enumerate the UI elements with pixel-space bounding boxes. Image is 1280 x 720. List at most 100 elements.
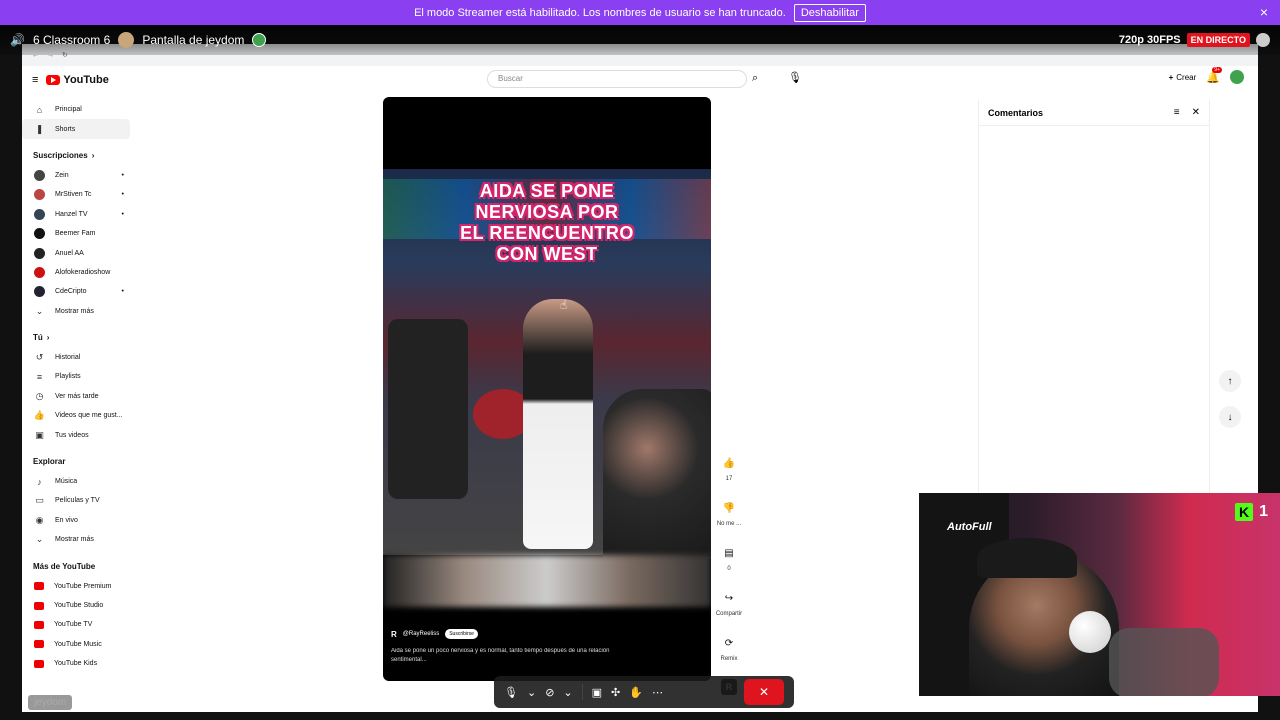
screen-share-icon[interactable]: ▣ [592,686,602,699]
sidebar-item-movies[interactable]: ▭ Películas y TV [22,491,130,510]
sidebar-item-shorts[interactable]: ❚ Shorts [22,119,130,139]
channel-logo-icon[interactable]: R [391,630,397,639]
sidebar-item-label: YouTube Studio [54,602,104,609]
search-input[interactable]: Buscar [487,70,747,88]
share-button[interactable]: ↪ Compartir [712,589,746,618]
hand-cursor-icon: ☝ [560,298,568,312]
kick-overlay: K1 [1235,503,1268,521]
sidebar-item-subscription[interactable]: Zein • [22,166,130,185]
sidebar-item-music-app[interactable]: YouTube Music [22,635,130,654]
subscriptions-header[interactable]: Suscripciones › [22,146,130,166]
chat-bubble-icon[interactable] [1256,33,1270,47]
section-title: Más de YouTube [33,561,96,571]
sidebar-item-liked-videos[interactable]: 👍 Videos que me gust... [22,406,130,425]
streamer-webcam: AutoFull K1 [919,493,1280,696]
youtube-logo[interactable]: YouTube [46,74,109,86]
sidebar-item-label: Ver más tarde [55,392,99,400]
leave-call-button[interactable]: ✕ [744,679,784,705]
shorts-icon: ❚ [35,123,44,134]
chevron-down-icon[interactable]: ⌄ [527,686,536,699]
sort-icon[interactable]: ≡ [1174,107,1180,118]
sidebar-item-subscription[interactable]: CdeCripto • [22,282,130,301]
comment-icon: ▤ [724,547,734,559]
sidebar-item-label: Alofokeradioshow [55,268,111,276]
notifications-bell-icon[interactable]: 🔔 9+ [1206,66,1222,84]
new-content-dot-icon: • [121,210,124,218]
close-icon[interactable]: ✕ [1192,107,1200,118]
live-icon: ◉ [35,514,44,525]
microphone-icon[interactable]: 🎙 [788,71,802,84]
sidebar-item-subscription[interactable]: Beemer Fam [22,224,130,243]
sidebar-item-subscription[interactable]: Anuel AA [22,243,130,262]
divider [581,684,583,700]
arrow-down-icon: ↓ [1227,411,1233,423]
clock-icon: ◷ [35,390,44,401]
create-label: Crear [1176,72,1197,82]
overlay-line: NERVIOSA POR [475,202,619,222]
new-content-dot-icon: • [121,288,124,296]
sidebar-item-playlists[interactable]: ≡ Playlists [22,367,130,386]
sidebar-item-label: YouTube Premium [54,582,112,590]
microphone-icon[interactable]: 🎙 [504,686,518,699]
chevron-down-icon: ⌄ [35,534,44,545]
banner-message: El modo Streamer está habilitado. Los no… [414,6,786,19]
new-content-dot-icon: • [121,191,124,199]
thumbs-up-icon: 👍 [33,410,46,421]
short-description[interactable]: Aida se pone un poco nerviosa y es norma… [391,647,631,665]
sidebar-item-label: Hanzel TV [55,210,88,218]
sidebar-item-home[interactable]: ⌂ Principal [22,100,130,119]
sidebar-item-kids[interactable]: YouTube Kids [22,654,130,673]
disable-streamer-mode-button[interactable]: Deshabilitar [793,3,866,22]
sidebar-item-live[interactable]: ◉ En vivo [22,511,130,530]
blurred-background [383,555,711,607]
sidebar-item-show-more[interactable]: ⌄ Mostrar más [22,530,130,549]
chevron-down-icon[interactable]: ⌄ [563,686,572,699]
remix-button[interactable]: ⟳ Remix [712,634,746,663]
more-icon[interactable]: ⋯ [652,686,663,699]
search-icon[interactable]: ⌕ [752,72,758,85]
woman-figure [523,299,593,549]
volume-icon[interactable]: 🔊 [10,33,25,47]
sidebar-item-label: Principal [55,106,82,114]
next-short-button[interactable]: ↓ [1219,406,1241,428]
channel-avatar [34,286,45,298]
activities-icon[interactable]: ✣ [611,686,620,699]
shorts-video-player[interactable]: AIDA SE PONE NERVIOSA POR EL REENCUENTRO… [383,97,711,681]
kick-count: 1 [1259,503,1268,520]
previous-short-button[interactable]: ↑ [1219,370,1241,392]
sidebar-item-subscription[interactable]: MrStiven Tc • [22,185,130,204]
dislike-button[interactable]: 👎 No me ... [712,499,746,528]
menu-icon[interactable]: ≡ [32,74,38,86]
sidebar-item-label: Tus videos [55,431,89,439]
account-avatar[interactable] [1230,70,1244,84]
soundboard-icon[interactable]: ✋ [629,686,643,699]
share-label: Compartir [715,611,743,617]
sidebar-item-subscription[interactable]: Alofokeradioshow [22,263,130,282]
channel-avatar [34,189,45,201]
comments-title: Comentarios [988,107,1044,118]
notification-count: 9+ [1212,66,1222,73]
sidebar-item-music[interactable]: ♪ Música [22,472,130,491]
sidebar-item-premium[interactable]: YouTube Premium [22,576,130,595]
channel-name[interactable]: @RayReeliss [403,631,439,637]
close-icon[interactable]: × [1260,4,1268,20]
camera-off-icon[interactable]: ⊘ [545,686,554,699]
create-button[interactable]: + Crear [1169,73,1197,82]
section-title: Explorar [33,457,66,467]
sidebar-item-watch-later[interactable]: ◷ Ver más tarde [22,387,130,406]
short-info: R @RayReeliss Suscribirse Aida se pone u… [391,629,631,665]
subscribe-button[interactable]: Suscribirse [445,629,478,639]
youtube-premium-icon [34,582,44,591]
sidebar-item-show-more[interactable]: ⌄ Mostrar más [22,302,130,321]
like-button[interactable]: 👍 17 [712,454,746,483]
sidebar-item-your-videos[interactable]: ▣ Tus videos [22,425,130,444]
sidebar-item-subscription[interactable]: Hanzel TV • [22,205,130,224]
new-content-dot-icon: • [121,171,124,179]
sidebar-item-history[interactable]: ↺ Historial [22,348,130,367]
pillow [1109,628,1219,696]
you-header[interactable]: Tú › [22,328,130,348]
sidebar-item-tv[interactable]: YouTube TV [22,615,130,634]
youtube-play-icon [46,75,61,85]
sidebar-item-studio[interactable]: YouTube Studio [22,596,130,615]
comments-button[interactable]: ▤ 0 [712,544,746,573]
